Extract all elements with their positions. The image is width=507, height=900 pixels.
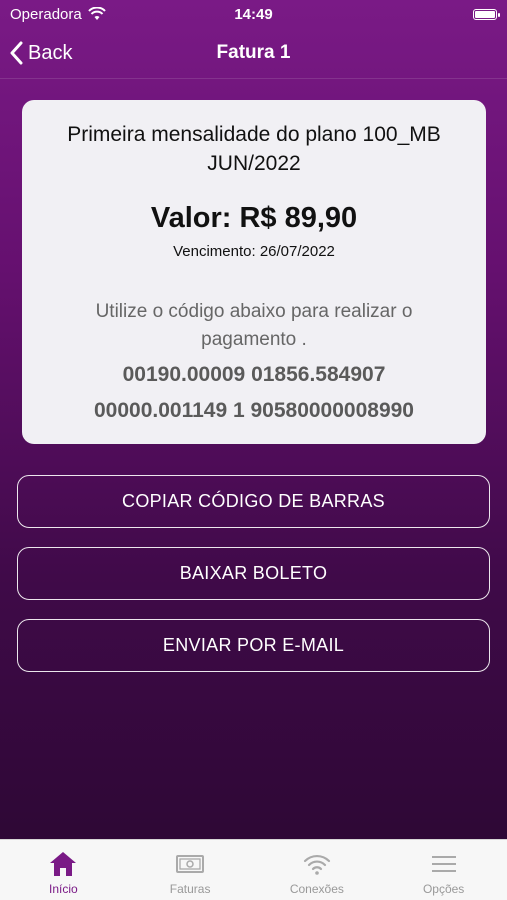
tab-label: Opções — [422, 882, 465, 896]
battery-icon — [473, 8, 500, 20]
send-email-button[interactable]: ENVIAR POR E-MAIL — [17, 619, 490, 672]
barcode-line-2: 00000.001149 1 90580000008990 — [93, 399, 414, 422]
status-carrier-group: Operadora — [10, 6, 106, 23]
status-time: 14:49 — [234, 5, 273, 23]
wifi-icon — [303, 854, 330, 875]
tab-conexoes[interactable]: Conexões — [254, 840, 381, 900]
wifi-signal-icon — [87, 7, 106, 20]
tab-faturas[interactable]: Faturas — [127, 840, 254, 900]
tab-inicio[interactable]: Início — [0, 840, 127, 900]
home-icon — [50, 852, 77, 876]
status-bar: Operadora 14:49 — [0, 0, 507, 28]
page-title: Fatura 1 — [216, 42, 291, 63]
invoice-due-date: Vencimento: 26/07/2022 — [173, 243, 335, 260]
navigation-bar: Back Fatura 1 — [0, 28, 507, 79]
carrier-label: Operadora — [10, 5, 82, 23]
tab-opcoes[interactable]: Opções — [380, 840, 507, 900]
back-label: Back — [28, 41, 73, 64]
tab-label: Início — [49, 882, 78, 896]
invoice-amount: Valor: R$ 89,90 — [150, 202, 358, 234]
bill-icon — [176, 855, 205, 873]
tab-bar: Início Faturas Conexões Opções — [0, 839, 507, 900]
invoice-description: Primeira mensalidade do plano 100_MB JUN… — [67, 123, 441, 175]
menu-icon — [431, 856, 456, 872]
back-button[interactable]: Back — [10, 41, 72, 65]
tab-label: Faturas — [169, 882, 211, 896]
download-boleto-button[interactable]: BAIXAR BOLETO — [17, 547, 490, 600]
copy-barcode-button[interactable]: COPIAR CÓDIGO DE BARRAS — [17, 475, 490, 528]
invoice-card: Primeira mensalidade do plano 100_MB JUN… — [22, 100, 486, 444]
barcode-line-1: 00190.00009 01856.584907 — [122, 363, 386, 386]
tab-label: Conexões — [289, 882, 344, 896]
chevron-left-icon — [10, 41, 23, 65]
payment-instructions: Utilize o código abaixo para realizar o … — [95, 301, 413, 350]
